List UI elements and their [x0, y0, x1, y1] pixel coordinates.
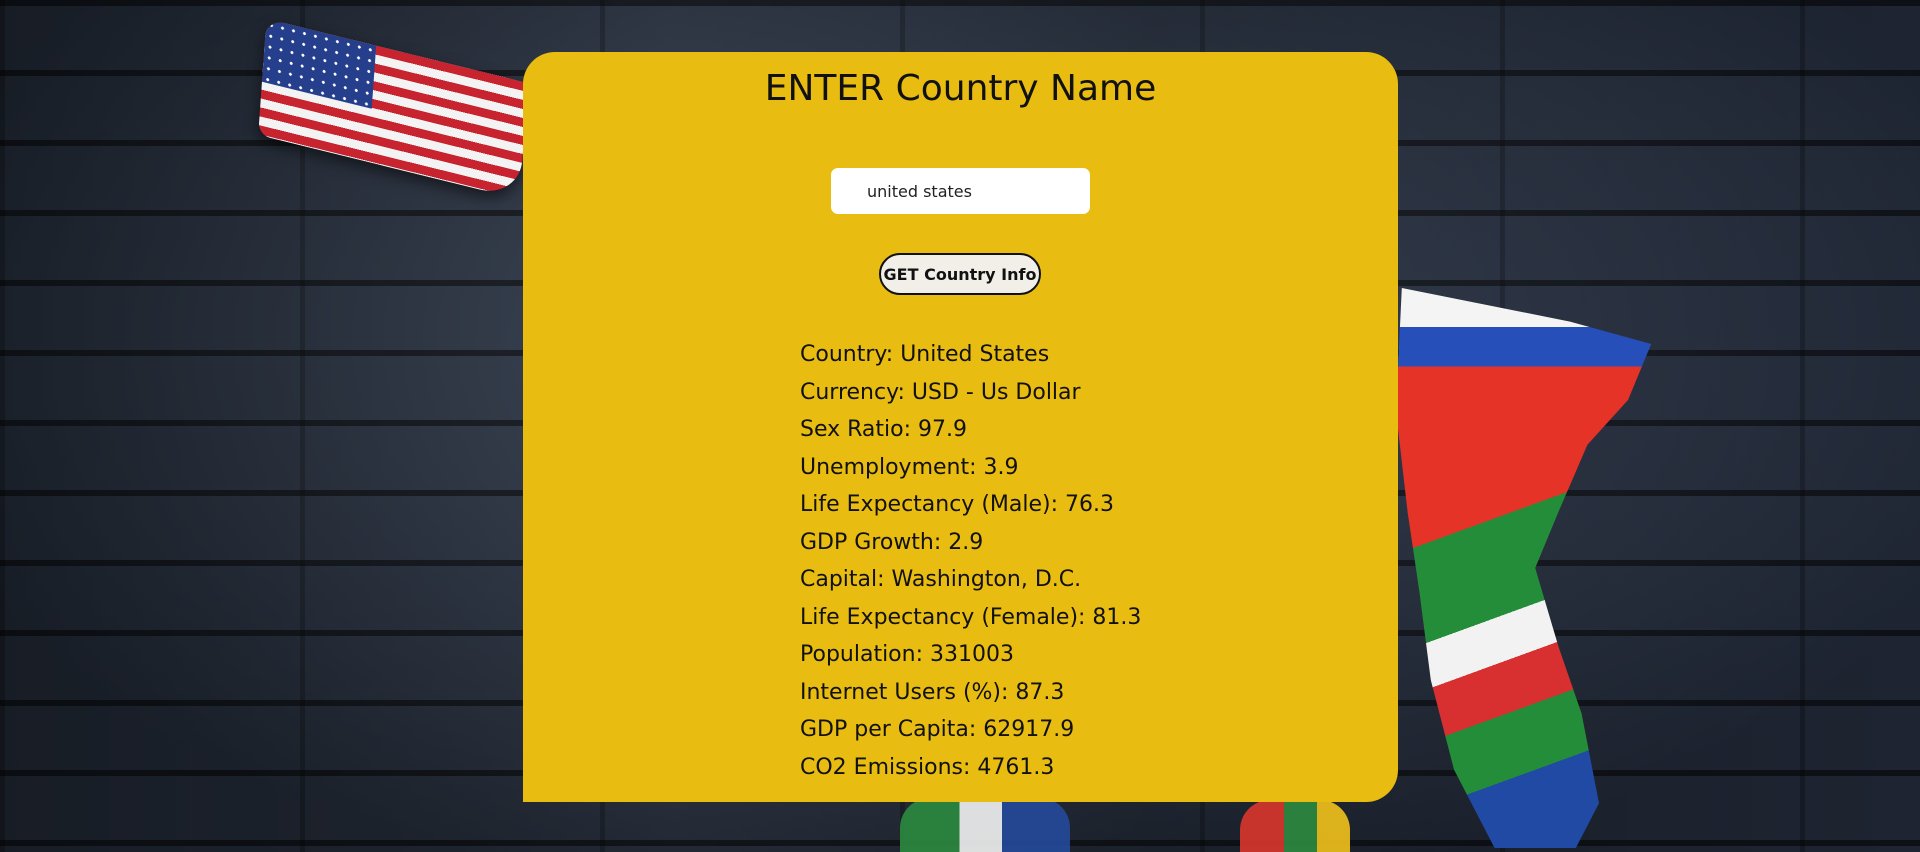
page-title: ENTER Country Name	[764, 68, 1157, 109]
info-country: Country: United States	[800, 342, 1050, 367]
country-info-list: Country: United States Currency: USD - U…	[800, 336, 1141, 786]
country-name-input[interactable]	[831, 168, 1090, 214]
info-co2-emissions: CO2 Emissions: 4761.3	[800, 754, 1055, 780]
flag-decoration-bottom-left	[900, 798, 1070, 852]
get-country-info-button[interactable]: GET Country Info	[879, 253, 1041, 295]
info-population: Population: 331003	[800, 642, 1014, 667]
country-info-card: ENTER Country Name GET Country Info Coun…	[523, 52, 1398, 802]
info-currency: Currency: USD - Us Dollar	[800, 379, 1081, 405]
flag-decoration-bottom-right	[1240, 800, 1350, 852]
info-sex-ratio: Sex Ratio: 97.9	[800, 417, 967, 442]
info-life-expectancy-male: Life Expectancy (Male): 76.3	[800, 492, 1114, 517]
info-gdp-per-capita: GDP per Capita: 62917.9	[800, 717, 1075, 742]
info-unemployment: Unemployment: 3.9	[800, 454, 1019, 480]
info-life-expectancy-female: Life Expectancy (Female): 81.3	[800, 604, 1142, 630]
info-internet-users: Internet Users (%): 87.3	[800, 679, 1065, 705]
info-gdp-growth: GDP Growth: 2.9	[800, 529, 984, 555]
info-capital: Capital: Washington, D.C.	[800, 567, 1082, 592]
